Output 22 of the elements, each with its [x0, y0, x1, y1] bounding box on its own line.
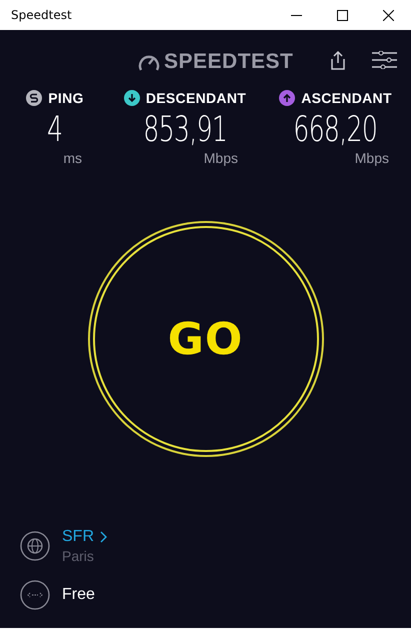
stat-value: 4: [47, 110, 63, 150]
close-icon[interactable]: [382, 10, 394, 20]
unit-label: ms: [63, 150, 82, 166]
stat-label: DESCENDANT: [146, 90, 246, 106]
connection-icon: [20, 580, 50, 610]
minimize-icon[interactable]: [290, 14, 302, 16]
globe-icon[interactable]: [20, 531, 50, 561]
server-location: Paris: [62, 548, 95, 564]
provider-name: Free: [62, 586, 95, 604]
unit-label: Mbps: [354, 150, 389, 166]
share-icon[interactable]: [330, 50, 346, 70]
stat-value: 668,20: [294, 110, 378, 150]
unit-label: Mbps: [204, 150, 238, 166]
settings-icon[interactable]: [372, 51, 397, 69]
server-link[interactable]: SFR: [62, 528, 107, 546]
logo-text: SPEEDTEST: [164, 50, 294, 74]
window-title: Speedtest: [10, 8, 73, 22]
stat-value: 853,91: [143, 110, 227, 150]
chevron-icon[interactable]: [100, 531, 107, 543]
maximize-icon[interactable]: [336, 10, 348, 20]
stat-label: ASCENDANT: [301, 90, 392, 106]
stat-label: PING: [48, 90, 84, 106]
